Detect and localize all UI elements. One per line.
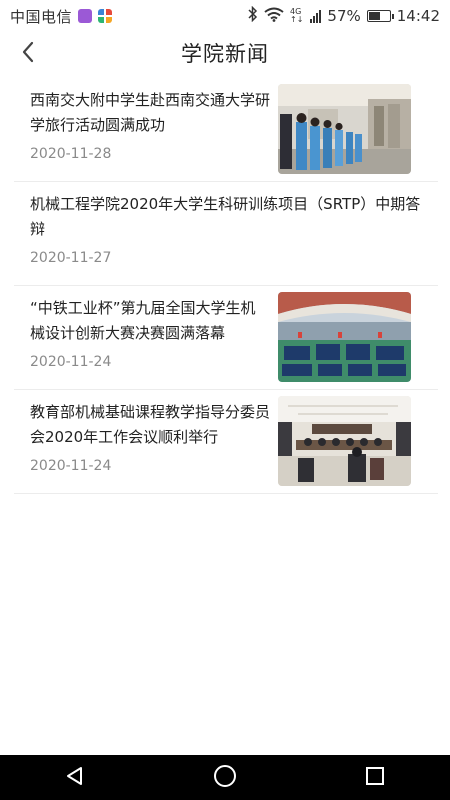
back-triangle-icon [64, 765, 86, 791]
recents-square-icon [364, 765, 386, 791]
chevron-left-icon [21, 41, 35, 67]
system-nav-bar [0, 755, 450, 800]
nav-home-button[interactable] [205, 758, 245, 798]
students-in-exhibition-hall-photo[interactable] [278, 84, 411, 174]
news-item-3[interactable]: “中铁工业杯”第九届全国大学生机械设计创新大赛决赛圆满落幕 2020-11-24 [14, 286, 438, 390]
conference-room-photo[interactable] [278, 396, 411, 486]
signal-icon [310, 9, 322, 23]
nav-recents-button[interactable] [355, 758, 395, 798]
news-list: 西南交大附中学生赴西南交通大学研学旅行活动圆满成功 2020-11-28 机械工… [14, 78, 438, 494]
home-circle-icon [213, 764, 237, 792]
news-title[interactable]: 教育部机械基础课程教学指导分委员会2020年工作会议顺利举行 [30, 400, 270, 450]
battery-fill [368, 12, 380, 20]
battery-percent: 57% [327, 7, 361, 25]
grid-app-icon [98, 9, 113, 23]
page-title: 学院新闻 [181, 42, 269, 66]
bluetooth-icon [248, 5, 258, 26]
wifi-icon [264, 7, 284, 26]
status-right: 4G ↑↓ 57% 14:42 [248, 5, 440, 26]
nav-back-button[interactable] [55, 758, 95, 798]
news-title[interactable]: 机械工程学院2020年大学生科研训练项目（SRTP）中期答辩 [30, 192, 430, 242]
news-date: 2020-11-28 [30, 146, 112, 162]
clock: 14:42 [396, 7, 440, 25]
news-title[interactable]: 西南交大附中学生赴西南交通大学研学旅行活动圆满成功 [30, 88, 270, 138]
back-button[interactable] [14, 40, 42, 68]
news-date: 2020-11-24 [30, 354, 112, 370]
news-title[interactable]: “中铁工业杯”第九届全国大学生机械设计创新大赛决赛圆满落幕 [30, 296, 270, 346]
app-icon [78, 9, 93, 23]
network-type: 4G ↑↓ [290, 7, 304, 24]
header: 学院新闻 [0, 32, 450, 74]
data-arrows: ↑↓ [290, 15, 304, 24]
carrier-label: 中国电信 [10, 7, 73, 26]
news-date: 2020-11-24 [30, 458, 112, 474]
news-item-1[interactable]: 西南交大附中学生赴西南交通大学研学旅行活动圆满成功 2020-11-28 [14, 78, 438, 182]
news-date: 2020-11-27 [30, 250, 112, 266]
news-item-2[interactable]: 机械工程学院2020年大学生科研训练项目（SRTP）中期答辩 2020-11-2… [14, 182, 438, 286]
status-left: 中国电信 [10, 6, 113, 27]
status-bar: 中国电信 4G ↑↓ 57% 14:42 [0, 0, 450, 32]
battery-icon [366, 10, 394, 22]
news-item-4[interactable]: 教育部机械基础课程教学指导分委员会2020年工作会议顺利举行 2020-11-2… [14, 390, 438, 494]
stadium-ceremony-photo[interactable] [278, 292, 411, 382]
